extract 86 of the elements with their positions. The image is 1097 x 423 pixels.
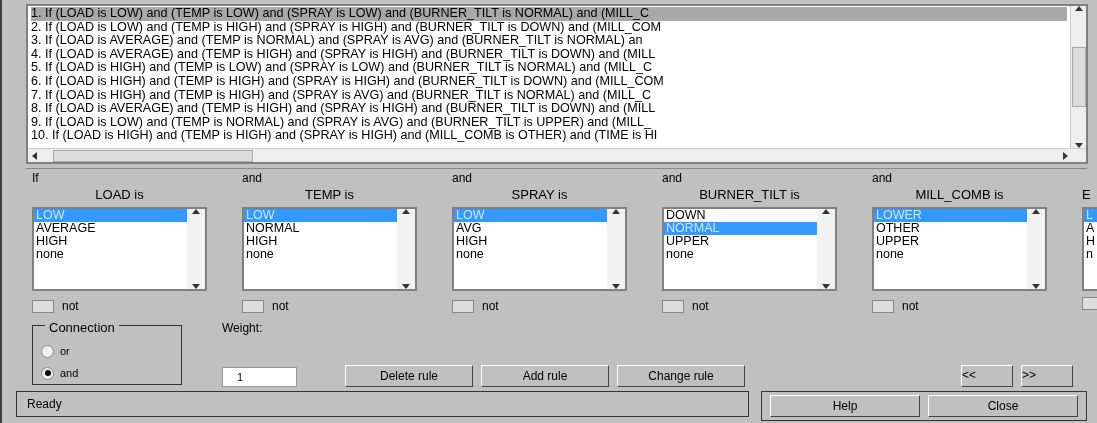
radio-label: and <box>60 365 79 381</box>
footer-button[interactable]: Close <box>928 395 1078 417</box>
not-checkbox[interactable] <box>872 299 894 313</box>
variable-label: E <box>1082 187 1091 202</box>
not-checkbox[interactable] <box>32 299 54 313</box>
variable-label: TEMP is <box>305 187 354 202</box>
option-item[interactable]: UPPER <box>664 235 817 248</box>
not-label: not <box>272 298 289 315</box>
option-list[interactable]: LOWER OTHER UPPER none <box>872 207 1047 291</box>
option-item[interactable]: UPPER <box>874 235 1027 248</box>
variable-label: SPRAY is <box>511 187 568 202</box>
weight-label: Weight: <box>222 320 264 337</box>
connector-label: If <box>32 172 39 185</box>
status-bar: Ready <box>16 391 749 417</box>
weight-field[interactable]: 1 <box>222 367 297 387</box>
option-item[interactable]: none <box>34 248 187 261</box>
radio-button[interactable] <box>41 344 54 358</box>
not-label: not <box>482 298 499 315</box>
rule-item[interactable]: 4. If (LOAD is AVERAGE) and (TEMP is HIGH) and (SPRAY is HIGH) and (BURNER_TILT is DOWN) and (MILL <box>31 47 1067 62</box>
option-item[interactable]: n <box>1084 248 1097 261</box>
variable-label: MILL_COMB is <box>915 187 1004 202</box>
rule-item[interactable]: 6. If (LOAD is HIGH) and (TEMP is HIGH) and (SPRAY is HIGH) and (BURNER_TILT is DOWN) and (MILL_COM <box>31 74 1067 89</box>
scroll-up-icon[interactable] <box>612 209 620 214</box>
rule-button[interactable]: Change rule <box>617 365 745 387</box>
not-checkbox[interactable] <box>1082 297 1097 310</box>
rule-button[interactable]: Add rule <box>481 365 609 387</box>
not-label: not <box>902 298 919 315</box>
not-checkbox[interactable] <box>662 299 684 313</box>
scroll-down-icon[interactable] <box>1032 284 1040 289</box>
rule-item[interactable]: 10. If (LOAD is HIGH) and (TEMP is HIGH) and (SPRAY is HIGH) and (MILL_COMB is OTHER) and (TIME is HI <box>31 129 1067 143</box>
horizontal-scrollbar[interactable] <box>28 148 1086 162</box>
radio-button[interactable] <box>41 366 54 380</box>
option-item[interactable]: none <box>664 248 817 261</box>
option-item[interactable]: HIGH <box>454 235 607 248</box>
option-list[interactable]: DOWN NORMAL UPPER none <box>662 207 837 291</box>
scroll-down-icon[interactable] <box>192 284 200 289</box>
scroll-up-icon[interactable] <box>402 209 410 214</box>
rule-list[interactable] <box>26 4 1088 164</box>
option-list[interactable]: L A H n <box>1082 207 1097 291</box>
scroll-down-icon[interactable] <box>612 284 620 289</box>
vertical-scrollbar[interactable] <box>1070 6 1086 148</box>
connector-label: and <box>452 172 473 185</box>
option-item[interactable]: OTHER <box>874 222 1027 235</box>
option-list[interactable]: LOW AVG HIGH none <box>452 207 627 291</box>
rule-item[interactable]: 5. If (LOAD is HIGH) and (TEMP is LOW) and (SPRAY is LOW) and (BURNER_TILT is NORMAL) and (MILL_C <box>31 61 1067 75</box>
nav-button[interactable]: >> <box>1021 365 1073 387</box>
option-item[interactable]: none <box>874 248 1027 261</box>
option-list[interactable]: LOW NORMAL HIGH none <box>242 207 417 291</box>
option-item[interactable]: H <box>1084 235 1097 248</box>
scroll-up-icon[interactable] <box>1032 209 1040 214</box>
not-checkbox[interactable] <box>452 299 474 313</box>
option-item[interactable]: HIGH <box>244 235 397 248</box>
not-label: not <box>692 298 709 315</box>
scroll-right-icon[interactable] <box>1063 151 1068 160</box>
option-item[interactable]: NORMAL <box>244 222 397 235</box>
rule-item[interactable]: 7. If (LOAD is HIGH) and (TEMP is HIGH) and (SPRAY is AVG) and (BURNER_TILT is NORMAL) and (MILL_C <box>31 88 1067 103</box>
connector-label: and <box>242 172 263 185</box>
option-item[interactable]: DOWN <box>664 209 817 222</box>
scroll-down-icon[interactable] <box>822 284 830 289</box>
variable-label: BURNER_TILT is <box>699 187 800 202</box>
option-item[interactable]: A <box>1084 222 1097 235</box>
rule-item[interactable]: 1. If (LOAD is LOW) and (TEMP is LOW) and (SPRAY is LOW) and (BURNER_TILT is NORMAL) and (MILL_C <box>31 7 1067 21</box>
rule-item[interactable]: 9. If (LOAD is LOW) and (TEMP is NORMAL) and (SPRAY is AVG) and (BURNER_TILT is UPPER) and (MILL_ <box>31 115 1067 130</box>
scroll-up-icon[interactable] <box>192 209 200 214</box>
not-checkbox[interactable] <box>242 299 264 313</box>
option-item[interactable]: HIGH <box>34 235 187 248</box>
option-item[interactable]: AVERAGE <box>34 222 187 235</box>
option-item[interactable]: none <box>244 248 397 261</box>
rule-item[interactable]: 2. If (LOAD is LOW) and (TEMP is HIGH) and (SPRAY is HIGH) and (BURNER_TILT is DOWN) and (MILL_COM <box>31 20 1067 35</box>
rule-item[interactable]: 3. If (LOAD is AVERAGE) and (TEMP is NORMAL) and (SPRAY is AVG) and (BURNER_TILT is NORMAL) an <box>31 34 1067 48</box>
scroll-up-icon[interactable] <box>1074 6 1083 11</box>
scroll-down-icon[interactable] <box>402 284 410 289</box>
scroll-up-icon[interactable] <box>822 209 830 214</box>
connector-label: and <box>872 172 893 185</box>
connector-label: and <box>662 172 683 185</box>
not-label: not <box>62 298 79 315</box>
option-list[interactable]: LOW AVERAGE HIGH none <box>32 207 207 291</box>
rule-button[interactable]: Delete rule <box>345 365 473 387</box>
option-item[interactable]: AVG <box>454 222 607 235</box>
footer-button[interactable]: Help <box>770 395 920 417</box>
rule-item[interactable]: 8. If (LOAD is AVERAGE) and (TEMP is HIGH) and (SPRAY is HIGH) and (BURNER_TILT is DOWN) and (MILL <box>31 102 1067 116</box>
option-item[interactable]: none <box>454 248 607 261</box>
nav-button[interactable]: << <box>961 365 1013 387</box>
variable-label: LOAD is <box>95 187 144 202</box>
scroll-left-icon[interactable] <box>32 151 37 160</box>
radio-label: or <box>60 343 70 359</box>
